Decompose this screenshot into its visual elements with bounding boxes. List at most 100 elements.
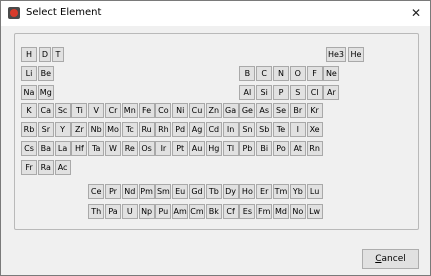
element-button-tc[interactable]: Tc	[121, 122, 138, 137]
element-button-la[interactable]: La	[54, 141, 71, 156]
element-button-ru[interactable]: Ru	[138, 122, 155, 137]
element-button-u[interactable]: U	[121, 204, 138, 219]
element-button-li[interactable]: Li	[21, 66, 37, 81]
element-button-se[interactable]: Se	[273, 103, 289, 118]
element-button-th[interactable]: Th	[88, 204, 105, 219]
element-button-i[interactable]: I	[289, 122, 306, 137]
element-button-na[interactable]: Na	[21, 85, 37, 100]
element-button-pm[interactable]: Pm	[138, 184, 155, 199]
element-button-zn[interactable]: Zn	[205, 103, 222, 118]
element-button-xe[interactable]: Xe	[306, 122, 323, 137]
element-button-s[interactable]: S	[289, 85, 306, 100]
element-button-mn[interactable]: Mn	[121, 103, 138, 118]
element-button-hg[interactable]: Hg	[205, 141, 222, 156]
element-button-np[interactable]: Np	[138, 204, 155, 219]
element-button-no[interactable]: No	[289, 204, 306, 219]
element-button-he3[interactable]: He3	[326, 47, 346, 62]
element-button-po[interactable]: Po	[273, 141, 289, 156]
element-button-y[interactable]: Y	[54, 122, 71, 137]
cancel-button[interactable]: Cancel	[362, 249, 419, 269]
element-button-ni[interactable]: Ni	[172, 103, 189, 118]
element-button-gd[interactable]: Gd	[189, 184, 205, 199]
element-button-at[interactable]: At	[289, 141, 306, 156]
element-button-fm[interactable]: Fm	[256, 204, 273, 219]
element-button-cs[interactable]: Cs	[21, 141, 37, 156]
element-button-hf[interactable]: Hf	[71, 141, 88, 156]
element-button-cm[interactable]: Cm	[189, 204, 205, 219]
element-button-lu[interactable]: Lu	[306, 184, 323, 199]
element-button-p[interactable]: P	[273, 85, 289, 100]
element-button-sr[interactable]: Sr	[37, 122, 54, 137]
element-button-al[interactable]: Al	[239, 85, 256, 100]
element-button-nb[interactable]: Nb	[88, 122, 105, 137]
element-button-cd[interactable]: Cd	[205, 122, 222, 137]
element-button-n[interactable]: N	[273, 66, 289, 81]
element-button-sc[interactable]: Sc	[54, 103, 71, 118]
element-button-tb[interactable]: Tb	[205, 184, 222, 199]
element-button-ge[interactable]: Ge	[239, 103, 256, 118]
element-button-cu[interactable]: Cu	[189, 103, 205, 118]
close-button[interactable]: ✕	[407, 5, 425, 21]
element-button-sb[interactable]: Sb	[256, 122, 273, 137]
element-button-c[interactable]: C	[256, 66, 273, 81]
element-button-ac[interactable]: Ac	[54, 160, 71, 175]
element-button-yb[interactable]: Yb	[289, 184, 306, 199]
element-button-ir[interactable]: Ir	[155, 141, 172, 156]
element-button-bi[interactable]: Bi	[256, 141, 273, 156]
element-button-bk[interactable]: Bk	[205, 204, 222, 219]
element-button-pr[interactable]: Pr	[105, 184, 121, 199]
element-button-as[interactable]: As	[256, 103, 273, 118]
element-button-co[interactable]: Co	[155, 103, 172, 118]
element-button-ag[interactable]: Ag	[189, 122, 205, 137]
element-button-tl[interactable]: Tl	[222, 141, 239, 156]
element-button-si[interactable]: Si	[256, 85, 273, 100]
element-button-k[interactable]: K	[21, 103, 37, 118]
element-button-pa[interactable]: Pa	[105, 204, 121, 219]
element-button-nd[interactable]: Nd	[121, 184, 138, 199]
element-button-dy[interactable]: Dy	[222, 184, 239, 199]
element-button-tm[interactable]: Tm	[273, 184, 289, 199]
element-button-er[interactable]: Er	[256, 184, 273, 199]
element-button-es[interactable]: Es	[239, 204, 256, 219]
element-button-pb[interactable]: Pb	[239, 141, 256, 156]
element-button-cl[interactable]: Cl	[306, 85, 323, 100]
element-button-f[interactable]: F	[306, 66, 323, 81]
element-button-ta[interactable]: Ta	[88, 141, 105, 156]
element-button-pd[interactable]: Pd	[172, 122, 189, 137]
element-button-h[interactable]: H	[21, 47, 37, 62]
element-button-sn[interactable]: Sn	[239, 122, 256, 137]
element-button-ra[interactable]: Ra	[37, 160, 54, 175]
element-button-ca[interactable]: Ca	[37, 103, 54, 118]
element-button-sm[interactable]: Sm	[155, 184, 172, 199]
element-button-re[interactable]: Re	[121, 141, 138, 156]
element-button-br[interactable]: Br	[289, 103, 306, 118]
element-button-fr[interactable]: Fr	[21, 160, 37, 175]
element-button-kr[interactable]: Kr	[306, 103, 323, 118]
element-button-md[interactable]: Md	[273, 204, 289, 219]
element-button-d[interactable]: D	[39, 47, 51, 62]
element-button-os[interactable]: Os	[138, 141, 155, 156]
element-button-ne[interactable]: Ne	[323, 66, 340, 81]
element-button-t[interactable]: T	[52, 47, 64, 62]
element-button-ba[interactable]: Ba	[37, 141, 54, 156]
element-button-ar[interactable]: Ar	[323, 85, 340, 100]
element-button-mg[interactable]: Mg	[37, 85, 54, 100]
element-button-pu[interactable]: Pu	[155, 204, 172, 219]
element-button-ce[interactable]: Ce	[88, 184, 105, 199]
element-button-am[interactable]: Am	[172, 204, 189, 219]
element-button-w[interactable]: W	[105, 141, 121, 156]
element-button-be[interactable]: Be	[37, 66, 54, 81]
element-button-pt[interactable]: Pt	[172, 141, 189, 156]
element-button-mo[interactable]: Mo	[105, 122, 121, 137]
element-button-ga[interactable]: Ga	[222, 103, 239, 118]
element-button-ti[interactable]: Ti	[71, 103, 88, 118]
element-button-ho[interactable]: Ho	[239, 184, 256, 199]
element-button-he[interactable]: He	[348, 47, 364, 62]
element-button-rh[interactable]: Rh	[155, 122, 172, 137]
element-button-in[interactable]: In	[222, 122, 239, 137]
element-button-te[interactable]: Te	[273, 122, 289, 137]
element-button-cf[interactable]: Cf	[222, 204, 239, 219]
element-button-o[interactable]: O	[289, 66, 306, 81]
element-button-rb[interactable]: Rb	[21, 122, 37, 137]
element-button-fe[interactable]: Fe	[138, 103, 155, 118]
